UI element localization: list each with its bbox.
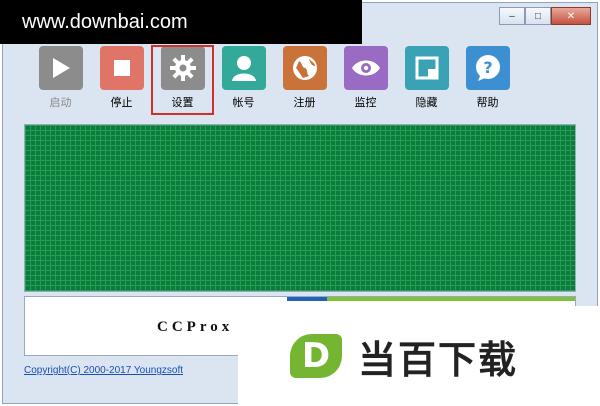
eye-icon [343, 46, 388, 90]
globe-icon [282, 46, 327, 90]
account-button[interactable]: 帐号 [213, 46, 274, 118]
banner-title: CCProx [157, 319, 234, 335]
copyright-link[interactable]: Copyright(C) 2000-2017 Youngzsoft [24, 365, 183, 376]
logo-text: 当百下载 [358, 337, 519, 382]
connection-grid [24, 124, 576, 292]
banner-stripe-blue [287, 297, 327, 301]
start-button[interactable]: 启动 [30, 46, 91, 118]
maximize-button[interactable]: □ [525, 7, 551, 25]
stop-button[interactable]: 停止 [91, 46, 152, 118]
help-label: 帮助 [476, 97, 499, 109]
window-icon [404, 46, 449, 90]
account-label: 帐号 [232, 97, 255, 109]
stop-icon [99, 46, 144, 90]
gear-icon [160, 46, 205, 90]
window-controls: – □ ✕ [499, 7, 591, 25]
help-icon: ? [465, 46, 510, 90]
site-logo-overlay: D 当百下载 [238, 306, 600, 406]
help-button[interactable]: ? 帮助 [457, 46, 518, 118]
banner-stripe [287, 297, 575, 301]
monitor-label: 监控 [354, 97, 377, 109]
settings-button[interactable]: 设置 [151, 45, 214, 115]
play-icon [38, 46, 83, 90]
user-icon [221, 46, 266, 90]
toolbar: 启动 停止 设置 帐号 注册 监控 隐藏 ? 帮助 [30, 45, 518, 118]
settings-label: 设置 [171, 97, 194, 109]
hide-button[interactable]: 隐藏 [396, 46, 457, 118]
hide-label: 隐藏 [415, 97, 438, 109]
stop-label: 停止 [110, 97, 133, 109]
monitor-button[interactable]: 监控 [335, 46, 396, 118]
register-button[interactable]: 注册 [274, 46, 335, 118]
register-label: 注册 [293, 97, 316, 109]
logo-mark: D [290, 334, 342, 378]
svg-text:?: ? [483, 58, 492, 77]
minimize-button[interactable]: – [499, 7, 525, 25]
close-button[interactable]: ✕ [551, 7, 591, 25]
watermark-banner: www.downbai.com [0, 0, 362, 44]
logo-mark-letter: D [301, 336, 331, 376]
start-label: 启动 [49, 97, 72, 109]
